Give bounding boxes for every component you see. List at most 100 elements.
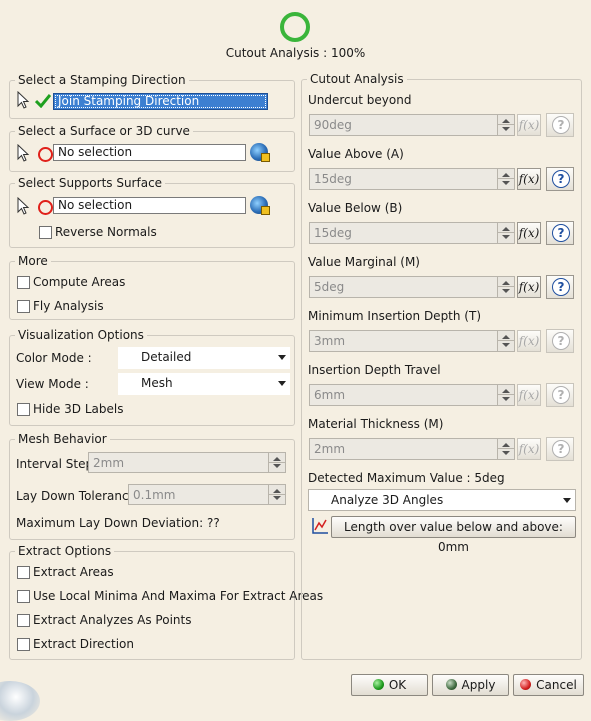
check-icon <box>35 94 51 108</box>
help-icon: ? <box>552 386 570 404</box>
more-legend: More <box>18 254 48 268</box>
value-marginal-value: 5deg <box>314 280 345 294</box>
surface-selection-field[interactable]: No selection <box>53 144 246 161</box>
value-above-spinner[interactable] <box>497 169 514 189</box>
color-mode-label: Color Mode : <box>16 351 92 365</box>
supports-selection-field[interactable]: No selection <box>53 197 246 214</box>
supports-select-globe-icon[interactable] <box>250 196 270 215</box>
min-insertion-depth-formula-button[interactable]: f(x) <box>517 330 541 352</box>
mesh-behavior-legend: Mesh Behavior <box>18 432 107 446</box>
material-thickness-label: Material Thickness (M) <box>308 417 444 431</box>
value-below-input[interactable]: 15deg <box>309 222 515 244</box>
insertion-depth-travel-spinner[interactable] <box>497 385 514 405</box>
extract-areas-label: Extract Areas <box>33 565 114 579</box>
value-above-value: 15deg <box>314 172 352 186</box>
help-icon: ? <box>552 116 570 134</box>
extract-areas-checkbox[interactable] <box>17 566 30 579</box>
surface-legend: Select a Surface or 3D curve <box>18 124 190 138</box>
material-thickness-spinner[interactable] <box>497 439 514 459</box>
min-insertion-depth-value: 3mm <box>314 334 346 348</box>
min-insertion-depth-help-button[interactable]: ? <box>546 329 574 353</box>
stamping-direction-field[interactable]: Join Stamping Direction <box>53 93 268 110</box>
lay-down-tolerance-input[interactable]: 0.1mm <box>128 484 286 505</box>
local-minima-maxima-checkbox[interactable] <box>17 590 30 603</box>
value-above-input[interactable]: 15deg <box>309 168 515 190</box>
lay-down-tolerance-spinner[interactable] <box>268 485 285 504</box>
value-below-formula-button[interactable]: f(x) <box>517 222 541 244</box>
apply-button-label: Apply <box>461 678 496 692</box>
material-thickness-input[interactable]: 2mm <box>309 438 515 460</box>
detected-maximum-value: Detected Maximum Value : 5deg <box>308 471 505 485</box>
stamping-direction-legend: Select a Stamping Direction <box>18 73 186 87</box>
surface-select-globe-icon[interactable] <box>250 143 270 162</box>
insertion-depth-travel-label: Insertion Depth Travel <box>308 363 441 377</box>
apply-button[interactable]: Apply <box>432 674 509 696</box>
visualization-options-legend: Visualization Options <box>18 328 144 342</box>
interval-step-input[interactable]: 2mm <box>88 452 286 473</box>
value-above-help-button[interactable]: ? <box>546 167 574 191</box>
material-thickness-formula-button[interactable]: f(x) <box>517 438 541 460</box>
insertion-depth-travel-help-button[interactable]: ? <box>546 383 574 407</box>
cancel-button-label: Cancel <box>536 678 577 692</box>
help-icon: ? <box>552 170 570 188</box>
lay-down-tolerance-value: 0.1mm <box>133 488 176 502</box>
view-mode-label: View Mode : <box>16 377 89 391</box>
color-mode-value: Detailed <box>141 350 192 364</box>
value-below-help-button[interactable]: ? <box>546 221 574 245</box>
fly-analysis-checkbox[interactable] <box>17 300 30 313</box>
undercut-formula-button[interactable]: f(x) <box>517 114 541 136</box>
undercut-input[interactable]: 90deg <box>309 114 515 136</box>
value-marginal-input[interactable]: 5deg <box>309 276 515 298</box>
analyze-mode-dropdown[interactable]: Analyze 3D Angles <box>308 489 576 511</box>
length-graph-icon[interactable] <box>310 516 330 536</box>
interval-step-spinner[interactable] <box>268 453 285 472</box>
supports-surface-legend: Select Supports Surface <box>18 176 163 190</box>
max-lay-down-deviation: Maximum Lay Down Deviation: ?? <box>16 516 220 530</box>
insertion-depth-travel-input[interactable]: 6mm <box>309 384 515 406</box>
undercut-help-button[interactable]: ? <box>546 113 574 137</box>
ok-button[interactable]: OK <box>351 674 428 696</box>
hide-3d-labels-checkbox[interactable] <box>17 403 30 416</box>
hide-3d-labels-label: Hide 3D Labels <box>33 402 124 416</box>
chevron-down-icon <box>563 498 571 503</box>
help-icon: ? <box>552 440 570 458</box>
ok-status-icon <box>372 679 384 690</box>
undercut-value: 90deg <box>314 118 352 132</box>
analyzes-as-points-checkbox[interactable] <box>17 614 30 627</box>
cancel-button[interactable]: Cancel <box>513 674 584 696</box>
view-mode-value: Mesh <box>141 376 173 390</box>
interval-step-value: 2mm <box>93 456 125 470</box>
extract-options-legend: Extract Options <box>18 544 112 558</box>
material-thickness-help-button[interactable]: ? <box>546 437 574 461</box>
insertion-depth-travel-formula-button[interactable]: f(x) <box>517 384 541 406</box>
no-selection-status-icon <box>38 147 53 162</box>
value-above-label: Value Above (A) <box>308 147 404 161</box>
value-above-formula-button[interactable]: f(x) <box>517 168 541 190</box>
pointer-cursor-icon <box>17 91 30 109</box>
fly-analysis-label: Fly Analysis <box>33 299 104 313</box>
value-below-value: 15deg <box>314 226 352 240</box>
compute-areas-checkbox[interactable] <box>17 276 30 289</box>
value-marginal-spinner[interactable] <box>497 277 514 297</box>
reverse-normals-checkbox[interactable] <box>39 226 52 239</box>
color-mode-dropdown[interactable]: Detailed <box>118 347 290 369</box>
length-over-value-button[interactable]: Length over value below and above: 0mm <box>331 516 576 554</box>
undercut-spinner[interactable] <box>497 115 514 135</box>
no-selection-status-icon <box>38 200 53 215</box>
chevron-down-icon <box>278 355 286 360</box>
min-insertion-depth-spinner[interactable] <box>497 331 514 351</box>
value-below-spinner[interactable] <box>497 223 514 243</box>
material-thickness-value: 2mm <box>314 442 346 456</box>
value-marginal-label: Value Marginal (M) <box>308 255 420 269</box>
background-decoration <box>0 681 40 721</box>
min-insertion-depth-input[interactable]: 3mm <box>309 330 515 352</box>
view-mode-dropdown[interactable]: Mesh <box>118 373 290 395</box>
help-icon: ? <box>552 224 570 242</box>
analyzes-as-points-label: Extract Analyzes As Points <box>33 613 192 627</box>
local-minima-maxima-label: Use Local Minima And Maxima For Extract … <box>33 589 324 603</box>
extract-direction-checkbox[interactable] <box>17 638 30 651</box>
lay-down-tolerance-label: Lay Down Tolerance <box>16 489 136 503</box>
apply-status-icon <box>445 679 457 690</box>
value-marginal-help-button[interactable]: ? <box>546 275 574 299</box>
value-marginal-formula-button[interactable]: f(x) <box>517 276 541 298</box>
